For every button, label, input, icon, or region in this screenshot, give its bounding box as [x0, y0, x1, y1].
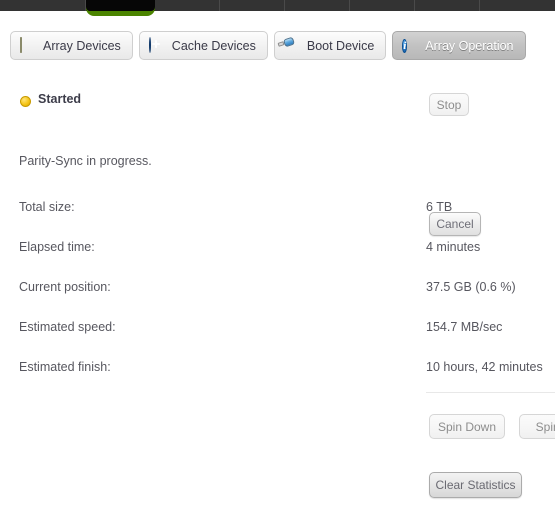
detail-value: 4 minutes: [426, 240, 481, 254]
nav-segment-8[interactable]: [480, 0, 555, 11]
detail-row-current-position: Current position: 37.5 GB (0.6 %): [0, 280, 555, 300]
detail-value: 37.5 GB (0.6 %): [426, 280, 516, 294]
parity-sync-progress-message: Parity-Sync in progress.: [19, 154, 152, 168]
nav-segment-3[interactable]: [155, 0, 220, 11]
detail-row-estimated-speed: Estimated speed: 154.7 MB/sec: [0, 320, 555, 340]
spin-down-button[interactable]: Spin Down: [429, 414, 505, 439]
detail-label: Current position:: [19, 280, 111, 294]
detail-label: Total size:: [19, 200, 75, 214]
nav-segment-5[interactable]: [285, 0, 350, 11]
detail-row-estimated-finish: Estimated finish: 10 hours, 42 minutes: [0, 360, 555, 380]
nav-segment-6[interactable]: [350, 0, 415, 11]
detail-label: Elapsed time:: [19, 240, 95, 254]
cache-globe-icon: [148, 36, 165, 54]
stop-button[interactable]: Stop: [429, 93, 469, 116]
tab-cache-devices[interactable]: Cache Devices: [138, 31, 268, 60]
detail-value: 154.7 MB/sec: [426, 320, 503, 334]
clear-statistics-button[interactable]: Clear Statistics: [429, 472, 522, 498]
database-icon: [20, 36, 36, 54]
detail-label: Estimated finish:: [19, 360, 111, 374]
tab-array-devices-label: Array Devices: [43, 38, 121, 53]
tab-cache-devices-label: Cache Devices: [171, 38, 256, 53]
nav-segment-7[interactable]: [415, 0, 480, 11]
tab-array-operation-label: Array Operation: [425, 38, 514, 53]
nav-segment-4[interactable]: [220, 0, 285, 11]
top-navigation-bar: [0, 0, 555, 11]
nav-segment-1[interactable]: [0, 0, 86, 11]
detail-value: 10 hours, 42 minutes: [426, 360, 543, 374]
section-divider: [426, 392, 555, 393]
spin-up-button[interactable]: Spin Up: [519, 414, 555, 439]
array-status-text: Started: [38, 92, 82, 106]
usb-drive-icon: [277, 36, 300, 54]
detail-row-elapsed-time: Elapsed time: 4 minutes: [0, 240, 555, 260]
tab-bar: Array Devices Cache Devices Boot Device …: [10, 31, 550, 60]
yellow-status-dot-icon: [20, 96, 31, 107]
tab-boot-device-label: Boot Device: [306, 38, 375, 53]
tab-array-operation[interactable]: i Array Operation: [392, 31, 526, 60]
detail-label: Estimated speed:: [19, 320, 116, 334]
detail-row-total-size: Total size: 6 TB: [0, 200, 555, 220]
tab-array-devices[interactable]: Array Devices: [10, 31, 133, 60]
nav-active-segment-fill: [86, 0, 155, 11]
tab-boot-device[interactable]: Boot Device: [273, 31, 387, 60]
detail-value: 6 TB: [426, 200, 453, 214]
info-icon: i: [402, 38, 408, 53]
